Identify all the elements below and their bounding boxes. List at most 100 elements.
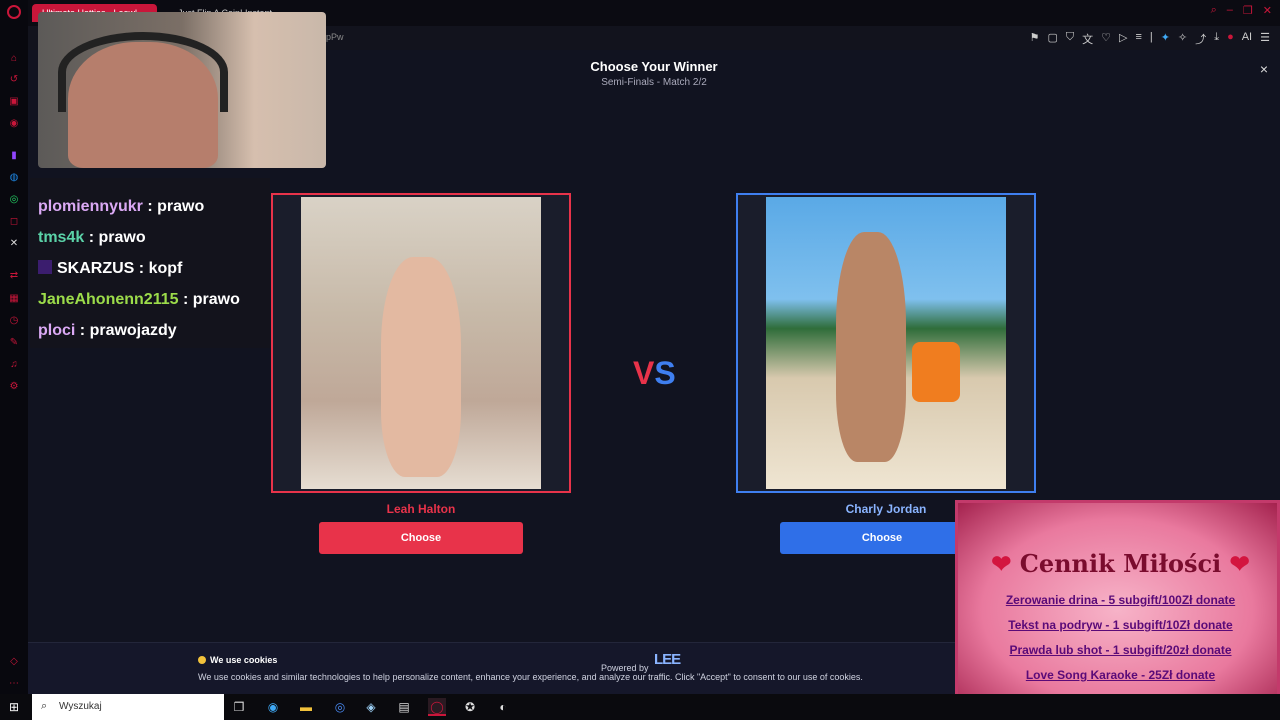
brand-logo: LEE — [654, 651, 681, 668]
chat-text: : prawojazdy — [75, 322, 177, 339]
grid-icon[interactable]: ▦ — [8, 293, 20, 305]
play-icon[interactable]: ▷ — [1119, 31, 1127, 47]
chat-text: : kopf — [134, 260, 183, 277]
history-icon[interactable]: ↺ — [8, 74, 20, 86]
price-item: Love Song Karaoke - 25Zł donate — [1025, 668, 1216, 682]
webcam-overlay — [38, 12, 326, 168]
price-item: Tekst na podryw - 1 subgift/10Zł donate — [1008, 618, 1233, 632]
search-icon: ⌕ — [41, 700, 48, 712]
chat-message: tms4k : prawo — [38, 229, 146, 247]
chat-message: plomiennyukr : prawo — [38, 198, 204, 216]
more-icon[interactable]: ⋯ — [8, 678, 20, 690]
instagram-icon[interactable]: ◻ — [8, 216, 20, 228]
x-icon[interactable]: ✕ — [8, 238, 20, 250]
windows-taskbar: ⊞ ⌕ Wyszukaj ❒ ◉ ▬ ◎ ◈ ▤ ◯ ✪ ◐ — [0, 694, 1280, 720]
settings-icon[interactable]: ⚙ — [8, 381, 20, 393]
steam-icon[interactable]: ◈ — [362, 698, 380, 716]
ai-icon[interactable]: AI — [1242, 31, 1252, 47]
chat-overlay: plomiennyukr : prawo tms4k : prawo SKARZ… — [30, 178, 270, 348]
contestant-photo-right[interactable] — [766, 197, 1006, 489]
price-item: Zerowanie drina - 5 subgift/100Zł donate — [1005, 593, 1236, 607]
translate-icon[interactable]: 文 — [1082, 31, 1093, 47]
opera-logo-icon[interactable] — [7, 5, 21, 19]
chat-text: : prawo — [84, 229, 146, 246]
cookie-banner: We use cookies We use cookies and simila… — [28, 642, 958, 694]
vs-letter-v: V — [633, 355, 655, 391]
close-window-icon[interactable]: ✕ — [1263, 4, 1272, 17]
chat-username: tms4k — [38, 229, 85, 246]
contestant-photo-left[interactable] — [301, 197, 541, 489]
maximize-icon[interactable]: ❐ — [1243, 4, 1253, 17]
clock-icon[interactable]: ◷ — [8, 315, 20, 327]
chat-message: SKARZUS : kopf — [38, 260, 182, 278]
chat-username: JaneAhonenn2115 — [38, 291, 179, 308]
obs-icon[interactable]: ◐ — [494, 698, 512, 716]
chat-text: : prawo — [178, 291, 240, 308]
heart-icon: ❤ — [991, 549, 1012, 578]
share-icon[interactable]: ⤴ — [1195, 31, 1206, 47]
profile-icon[interactable]: ● — [1227, 31, 1234, 47]
minimize-icon[interactable]: – — [1227, 4, 1233, 17]
heart-icon: ❤ — [1229, 549, 1250, 578]
choose-button-left[interactable]: Choose — [319, 522, 523, 554]
price-item: Prawda lub shot - 1 subgift/20zł donate — [1009, 643, 1232, 657]
bag-icon[interactable]: ▣ — [8, 96, 20, 108]
pinboard-icon[interactable]: ✎ — [8, 337, 20, 349]
headset-shape — [58, 32, 228, 112]
search-placeholder[interactable]: Wyszukaj — [59, 701, 102, 712]
sub-badge-icon — [38, 260, 52, 274]
swimsuit-shape — [912, 342, 960, 402]
separator-icon: | — [1149, 31, 1153, 43]
menu-icon[interactable]: ☰ — [1260, 31, 1270, 47]
vs-letter-s: S — [654, 355, 676, 391]
puzzle-icon[interactable]: ✧ — [1178, 31, 1187, 47]
flow-icon[interactable]: ⇄ — [8, 270, 20, 282]
person-figure — [836, 232, 960, 462]
taskbar-search[interactable]: ⌕ Wyszukaj — [32, 694, 224, 720]
player-icon[interactable]: ♫ — [8, 359, 20, 371]
price-list-overlay: ❤ Cennik Miłości ❤ Zerowanie drina - 5 s… — [955, 500, 1280, 720]
epic-games-icon[interactable]: ▤ — [395, 698, 413, 716]
extensions-icon[interactable]: ◇ — [8, 656, 20, 668]
cookie-icon — [198, 656, 206, 664]
chrome-icon[interactable]: ◎ — [331, 698, 349, 716]
vs-label: VS — [633, 355, 676, 392]
price-list-title-text: Cennik Miłości — [1019, 549, 1222, 578]
opera-gx-icon[interactable]: ◯ — [428, 698, 446, 716]
close-icon[interactable]: × — [1260, 61, 1268, 77]
snapshot-icon[interactable]: ▢ — [1047, 31, 1057, 47]
search-tabs-icon[interactable]: ⌕ — [1211, 4, 1217, 17]
cookie-text: We use cookies and similar technologies … — [198, 672, 863, 682]
bookmark-icon[interactable]: ⚑ — [1030, 31, 1040, 47]
file-explorer-icon[interactable]: ▬ — [297, 698, 315, 716]
twitch-icon[interactable]: ▮ — [8, 150, 20, 162]
chat-text: : prawo — [142, 198, 205, 215]
browser-sidebar: ⌂ ↺ ▣ ◉ ▮ ◍ ◎ ◻ ✕ ⇄ ▦ ◷ ✎ ♫ ⚙ ◇ ⋯ — [0, 0, 28, 694]
messenger-icon[interactable]: ◉ — [8, 118, 20, 130]
download-icon[interactable]: ⤓ — [1214, 31, 1219, 47]
contestant-card-left[interactable] — [271, 193, 571, 493]
whatsapp-icon[interactable]: ◎ — [8, 194, 20, 206]
home-icon[interactable]: ⌂ — [8, 53, 20, 65]
extension-icon[interactable]: ✦ — [1161, 31, 1170, 47]
task-view-icon[interactable]: ❒ — [230, 698, 248, 716]
person-figure — [381, 257, 461, 477]
cookie-title-text: We use cookies — [210, 655, 278, 665]
chat-username: SKARZUS — [57, 260, 135, 277]
contestant-name-left: Leah Halton — [386, 502, 456, 516]
chat-message: JaneAhonenn2115 : prawo — [38, 291, 240, 309]
choose-button-right[interactable]: Choose — [780, 522, 984, 554]
contestant-card-right[interactable] — [736, 193, 1036, 493]
easy-setup-icon[interactable]: ≡ — [1135, 31, 1141, 47]
powered-by-label: Powered by — [601, 663, 649, 673]
game-icon[interactable]: ✪ — [461, 698, 479, 716]
messenger-blue-icon[interactable]: ◍ — [8, 172, 20, 184]
heart-icon[interactable]: ♡ — [1101, 31, 1111, 47]
chat-message: ploci : prawojazdy — [38, 322, 177, 340]
url-text[interactable]: pPw — [326, 32, 344, 42]
browser-toolbar: ⚑ ▢ ⛉ 文 ♡ ▷ ≡ | ✦ ✧ ⤴ ⤓ ● AI ☰ — [1030, 31, 1270, 47]
shield-icon[interactable]: ⛉ — [1066, 31, 1074, 47]
windows-start-icon[interactable]: ⊞ — [9, 700, 23, 714]
price-list-title: ❤ Cennik Miłości ❤ — [958, 549, 1280, 578]
edge-icon[interactable]: ◉ — [264, 698, 282, 716]
